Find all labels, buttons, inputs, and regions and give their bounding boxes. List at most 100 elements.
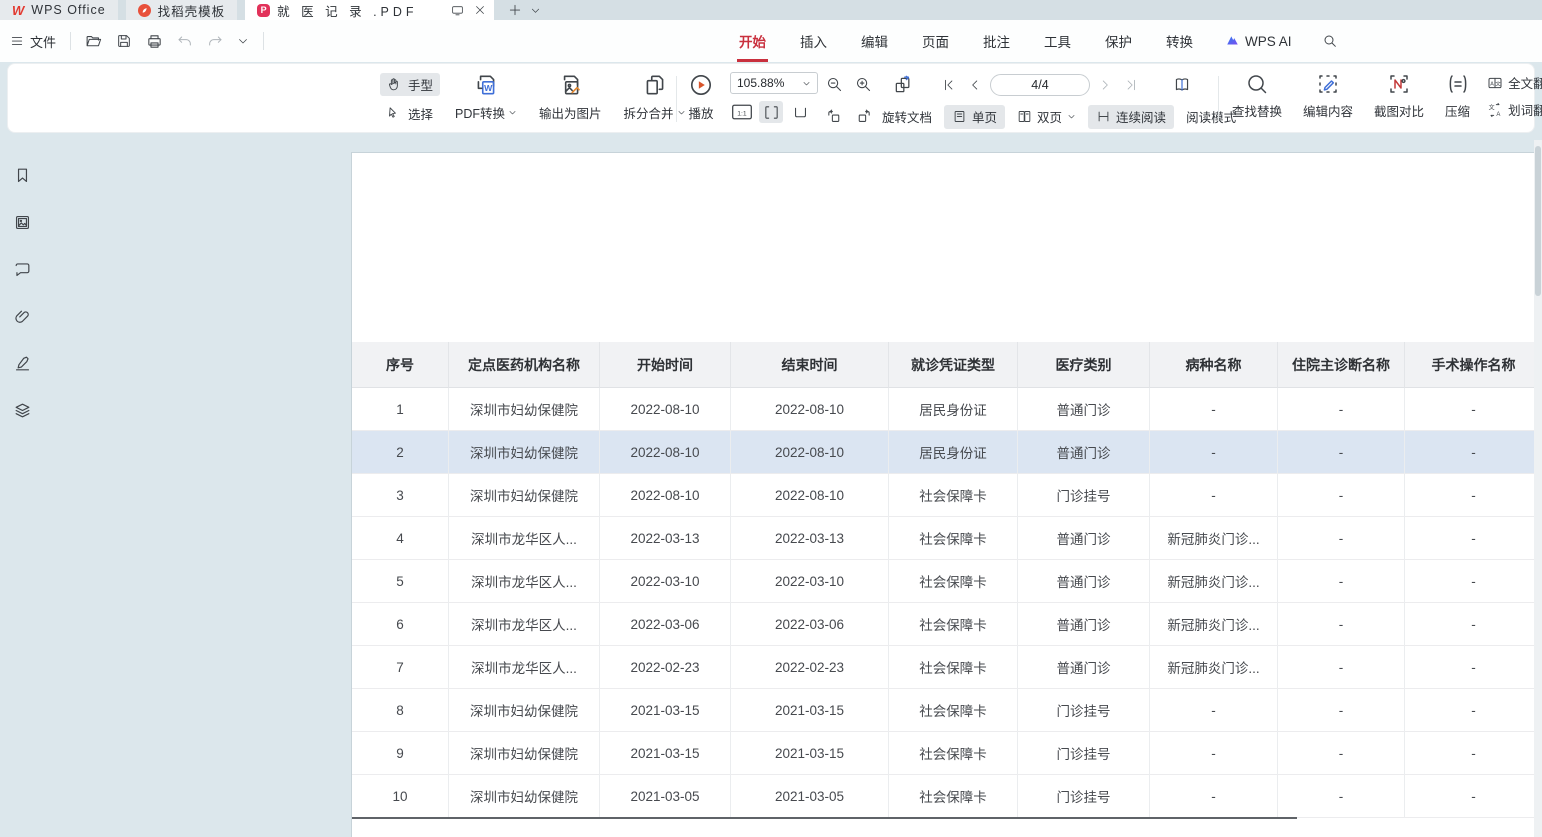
table-cell: 2022-03-13 xyxy=(600,517,731,560)
vertical-scrollbar[interactable] xyxy=(1534,140,1542,837)
save-icon[interactable] xyxy=(116,33,132,49)
quick-access-chevron-icon[interactable] xyxy=(237,35,249,47)
scrollbar-thumb[interactable] xyxy=(1535,146,1541,296)
tab-label: 就 医 记 录 .PDF xyxy=(277,1,417,20)
bookmarks-panel-button[interactable] xyxy=(10,162,36,188)
table-cell: - xyxy=(1150,474,1278,517)
compress-button[interactable]: 压缩 xyxy=(1441,70,1474,122)
menu-tab-edit[interactable]: 编辑 xyxy=(859,27,890,55)
select-tool-label: 选择 xyxy=(408,104,433,123)
hand-icon xyxy=(387,77,402,92)
table-cell: - xyxy=(1278,775,1405,818)
book-icon xyxy=(1172,75,1192,94)
column-header: 住院主诊断名称 xyxy=(1278,342,1405,388)
table-cell: 4 xyxy=(352,517,449,560)
records-table-header: 序号定点医药机构名称开始时间结束时间就诊凭证类型医疗类别病种名称住院主诊断名称手… xyxy=(352,342,1542,388)
table-cell: 深圳市龙华区人... xyxy=(449,646,600,689)
word-translate-button[interactable]: 文A 划词翻译 xyxy=(1487,100,1542,119)
thumbnails-panel-button[interactable] xyxy=(10,209,36,235)
screenshot-compare-button[interactable]: 截图对比 xyxy=(1370,70,1428,122)
monitor-icon[interactable] xyxy=(451,4,464,17)
layers-panel-button[interactable] xyxy=(10,397,36,423)
comments-panel-button[interactable] xyxy=(10,256,36,282)
hand-tool-button[interactable]: 手型 xyxy=(380,73,440,96)
table-cell: 2022-08-10 xyxy=(731,474,889,517)
menu-tab-protect[interactable]: 保护 xyxy=(1103,27,1134,55)
table-cell: - xyxy=(1278,517,1405,560)
zoom-out-button[interactable] xyxy=(822,73,847,97)
table-cell: 2022-08-10 xyxy=(600,431,731,474)
table-cell: 7 xyxy=(352,646,449,689)
layers-icon xyxy=(13,401,32,420)
first-page-button[interactable] xyxy=(938,73,960,97)
last-page-button[interactable] xyxy=(1120,73,1142,97)
read-mode-icon-button[interactable] xyxy=(1168,73,1196,97)
tab-docer-templates[interactable]: 找稻壳模板 xyxy=(126,0,238,20)
double-page-label: 双页 xyxy=(1037,107,1062,126)
swap-pages-button[interactable] xyxy=(888,73,918,97)
double-page-button[interactable]: 双页 xyxy=(1009,105,1084,129)
pdf-convert-button[interactable]: W PDF转换 xyxy=(451,70,521,124)
divider xyxy=(70,32,71,50)
menu-tab-page[interactable]: 页面 xyxy=(920,27,951,55)
hamburger-icon xyxy=(10,34,24,48)
menu-tab-wps-ai[interactable]: WPS AI xyxy=(1225,34,1292,49)
select-tool-button[interactable]: 选择 xyxy=(380,102,440,125)
table-cell: 2 xyxy=(352,431,449,474)
split-merge-button[interactable]: 拆分合并 xyxy=(620,70,690,124)
print-icon[interactable] xyxy=(146,33,163,50)
menu-search-icon[interactable] xyxy=(1322,33,1338,49)
menu-tab-insert[interactable]: 插入 xyxy=(798,27,829,55)
edit-content-label: 编辑内容 xyxy=(1303,101,1353,120)
rotate-doc-button[interactable]: 旋转文档 xyxy=(882,107,932,126)
table-cell: 普通门诊 xyxy=(1018,646,1150,689)
menu-tab-comment[interactable]: 批注 xyxy=(981,27,1012,55)
table-row: 2深圳市妇幼保健院2022-08-102022-08-10居民身份证普通门诊--… xyxy=(352,431,1542,474)
play-icon xyxy=(688,72,714,98)
edit-content-button[interactable]: 编辑内容 xyxy=(1299,70,1357,122)
table-cell: 深圳市妇幼保健院 xyxy=(449,388,600,431)
redo-icon[interactable] xyxy=(207,33,223,49)
rotate-left-button[interactable] xyxy=(822,105,847,129)
find-replace-button[interactable]: 查找替换 xyxy=(1228,70,1286,122)
menu-tab-tools[interactable]: 工具 xyxy=(1042,27,1073,55)
zoom-select[interactable]: 105.88% xyxy=(730,72,818,94)
menu-tab-convert[interactable]: 转换 xyxy=(1164,27,1195,55)
zoom-in-button[interactable] xyxy=(851,73,876,97)
file-menu-button[interactable]: 文件 xyxy=(10,32,56,51)
menu-tab-home[interactable]: 开始 xyxy=(737,27,768,55)
previous-page-button[interactable] xyxy=(964,73,986,97)
export-image-button[interactable]: 输出为图片 xyxy=(535,70,606,124)
sign-annotate-panel-button[interactable] xyxy=(10,350,36,376)
pdf-file-icon: P xyxy=(257,4,270,17)
attachments-panel-button[interactable] xyxy=(10,303,36,329)
new-tab-icon[interactable] xyxy=(508,3,522,17)
rotate-right-button[interactable] xyxy=(851,105,876,129)
tab-list-chevron-icon[interactable] xyxy=(530,5,541,16)
continuous-read-button[interactable]: 连续阅读 xyxy=(1088,105,1174,129)
tab-wps-office[interactable]: W WPS Office xyxy=(0,0,118,20)
bookmark-icon xyxy=(13,166,32,185)
previous-page-icon xyxy=(968,78,982,92)
actual-size-button[interactable]: 1:1 xyxy=(730,101,754,123)
fit-page-button[interactable] xyxy=(788,101,812,123)
table-cell: - xyxy=(1405,603,1542,646)
table-cell: 普通门诊 xyxy=(1018,603,1150,646)
screenshot-compare-label: 截图对比 xyxy=(1374,101,1424,120)
page-number-input[interactable] xyxy=(990,74,1090,96)
table-cell: - xyxy=(1405,431,1542,474)
tab-document-pdf[interactable]: P 就 医 记 录 .PDF xyxy=(245,0,493,20)
play-button[interactable]: 播放 xyxy=(684,70,718,124)
first-page-icon xyxy=(942,78,956,92)
chevron-down-icon xyxy=(1067,112,1076,121)
open-file-icon[interactable] xyxy=(85,33,102,50)
table-cell: 2022-08-10 xyxy=(731,388,889,431)
single-page-button[interactable]: 单页 xyxy=(944,105,1005,129)
undo-icon[interactable] xyxy=(177,33,193,49)
close-tab-icon[interactable] xyxy=(474,4,486,16)
next-page-button[interactable] xyxy=(1094,73,1116,97)
fit-width-button[interactable] xyxy=(759,101,783,123)
table-cell: 2022-08-10 xyxy=(600,474,731,517)
table-cell: - xyxy=(1278,646,1405,689)
full-translate-button[interactable]: A文 全文翻译 xyxy=(1487,73,1542,92)
